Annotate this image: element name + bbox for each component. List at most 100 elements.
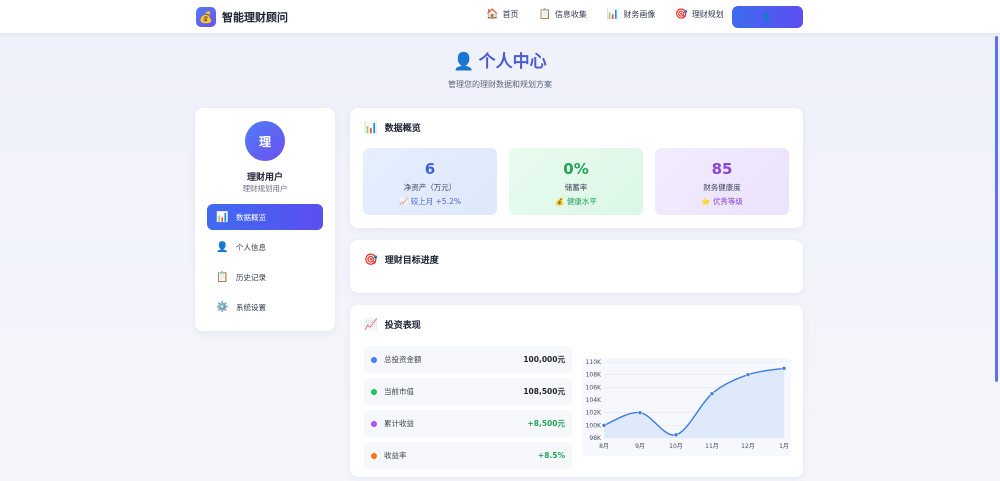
nav-item-info-collection[interactable]: 📋 信息收集 (538, 9, 586, 20)
sidebar-menu: 📊 数据概览 👤 个人信息 📋 历史记录 ⚙️ 系统设置 (207, 204, 323, 324)
brand-name: 智能理财顾问 (222, 11, 288, 24)
card-title: 📊 数据概览 (364, 121, 421, 134)
investment-chart: 98K 100K 102K 104K 106K 108K 110K 8月 9月 10月 11月 12月… (582, 358, 791, 456)
card-title-text: 理财目标进度 (384, 256, 439, 266)
nav-item-label: 财务画像 (623, 10, 656, 19)
metric-return-rate: 收益率 +8.5% (364, 442, 572, 469)
y-tick-label: 108K (586, 372, 602, 379)
card-title: 📈 投资表现 (364, 318, 421, 331)
x-tick-label: 1月 (779, 443, 789, 450)
metric-label: 收益率 (384, 451, 407, 460)
y-tick-label: 106K (586, 384, 602, 391)
star-icon: ⭐ (701, 197, 711, 206)
line-chart-icon: 📈 (364, 318, 378, 331)
investment-chart-svg: 98K 100K 102K 104K 106K 108K 110K 8月 9月 10月 11月 12月… (582, 358, 791, 456)
metric-market-value: 当前市值 108,500元 (364, 378, 572, 405)
metric-dot (371, 356, 377, 363)
nav-item-label: 理财规划 (691, 10, 724, 19)
moneybag-icon: 💰 (196, 7, 216, 27)
sidebar-item-personal-info[interactable]: 👤 个人信息 (207, 234, 323, 260)
moneybag-icon: 💰 (555, 197, 565, 206)
data-point (781, 366, 787, 371)
stat-value: 6 (424, 160, 436, 178)
metric-value: +8,500元 (527, 419, 565, 428)
stat-note: 💰 健康水平 (509, 196, 643, 207)
x-tick-label: 12月 (741, 443, 755, 450)
stat-note-text: 健康水平 (566, 197, 597, 206)
bar-chart-icon: 📊 (216, 211, 229, 223)
nav-item-financial-planning[interactable]: 🎯 理财规划 (675, 9, 723, 20)
metric-label: 总投资金额 (384, 355, 422, 364)
metric-label: 累计收益 (384, 419, 414, 428)
clipboard-icon: 📋 (538, 9, 551, 20)
data-point (709, 391, 715, 396)
x-tick-label: 8月 (599, 443, 609, 450)
metric-dot (371, 452, 377, 459)
metric-total-investment: 总投资金额 100,000元 (364, 346, 572, 373)
metric-dot (371, 388, 377, 395)
user-icon: 👤 (761, 12, 771, 22)
user-menu-button[interactable]: 👤 (732, 6, 803, 28)
sidebar-item-label: 系统设置 (236, 302, 266, 312)
y-tick-label: 100K (586, 422, 602, 429)
user-icon: 👤 (453, 52, 475, 72)
stat-net-assets: 6 净资产（万元） 📈 较上月 +5.2% (363, 148, 497, 215)
trend-up-icon: 📈 (399, 197, 409, 206)
nav-item-label: 信息收集 (554, 10, 587, 19)
x-tick-label: 10月 (669, 443, 683, 450)
stat-savings-rate: 0% 储蓄率 💰 健康水平 (509, 148, 643, 215)
sidebar-item-label: 历史记录 (236, 272, 266, 282)
user-icon: 👤 (216, 241, 229, 253)
data-point (637, 410, 643, 415)
nav-item-financial-profile[interactable]: 📊 财务画像 (607, 9, 655, 20)
stat-note-text: 优秀等级 (712, 197, 743, 206)
metric-cumulative-return: 累计收益 +8,500元 (364, 410, 572, 437)
goals-card: 🎯 理财目标进度 (350, 240, 803, 293)
page-title-text: 个人中心 (478, 52, 547, 72)
y-tick-label: 98K (589, 435, 602, 442)
sidebar-item-history[interactable]: 📋 历史记录 (207, 264, 323, 290)
user-role: 理财规划用户 (242, 184, 288, 193)
page-subtitle: 管理您的理财数据和规划方案 (448, 80, 552, 89)
sidebar-item-overview[interactable]: 📊 数据概览 (207, 204, 323, 230)
card-title: 🎯 理财目标进度 (364, 253, 439, 266)
bar-chart-icon: 📊 (364, 121, 378, 134)
y-tick-label: 102K (586, 410, 602, 417)
home-icon: 🏠 (486, 9, 499, 20)
card-title-text: 数据概览 (384, 124, 421, 134)
x-tick-label: 9月 (635, 443, 645, 450)
sidebar-item-label: 个人信息 (236, 242, 266, 252)
stat-value: 85 (711, 160, 733, 178)
gear-icon: ⚙️ (216, 301, 229, 313)
x-tick-label: 11月 (705, 443, 719, 450)
metrics-list: 总投资金额 100,000元 当前市值 108,500元 累计收益 +8,500… (364, 346, 572, 474)
investment-card: 📈 投资表现 总投资金额 100,000元 当前市值 108,500元 累计收益… (350, 305, 803, 477)
nav-menu: 🏠 首页 📋 信息收集 📊 财务画像 🎯 理财规划 (486, 9, 724, 20)
stat-note: ⭐ 优秀等级 (655, 196, 789, 207)
overview-card: 📊 数据概览 6 净资产（万元） 📈 较上月 +5.2% 0% 储蓄率 💰 健康… (350, 108, 803, 228)
metric-dot (371, 420, 377, 427)
clipboard-icon: 📋 (216, 271, 229, 283)
profile-sidebar: 理 理财用户 理财规划用户 📊 数据概览 👤 个人信息 📋 历史记录 ⚙️ 系统… (195, 108, 335, 331)
bar-chart-icon: 📊 (606, 9, 620, 20)
nav-item-home[interactable]: 🏠 首页 (486, 9, 518, 20)
metric-label: 当前市值 (384, 387, 414, 396)
stat-note: 📈 较上月 +5.2% (363, 196, 497, 207)
user-name: 理财用户 (246, 173, 283, 183)
stat-label: 净资产（万元） (403, 183, 457, 192)
y-tick-label: 104K (586, 397, 602, 404)
metric-value: 100,000元 (523, 355, 565, 364)
data-point (673, 432, 679, 438)
target-icon: 🎯 (675, 9, 688, 20)
brand[interactable]: 💰 智能理财顾问 (196, 7, 288, 27)
card-title-text: 投资表现 (384, 321, 421, 331)
stat-note-text: 较上月 +5.2% (410, 197, 461, 206)
sidebar-item-settings[interactable]: ⚙️ 系统设置 (207, 294, 323, 320)
avatar: 理 (245, 121, 285, 161)
stat-label: 财务健康度 (703, 183, 741, 192)
stat-label: 储蓄率 (564, 183, 588, 192)
target-icon: 🎯 (364, 253, 378, 266)
nav-item-label: 首页 (502, 10, 519, 19)
data-point (601, 423, 607, 428)
top-navbar: 💰 智能理财顾问 🏠 首页 📋 信息收集 📊 财务画像 🎯 理财规划 👤 (0, 0, 1000, 34)
